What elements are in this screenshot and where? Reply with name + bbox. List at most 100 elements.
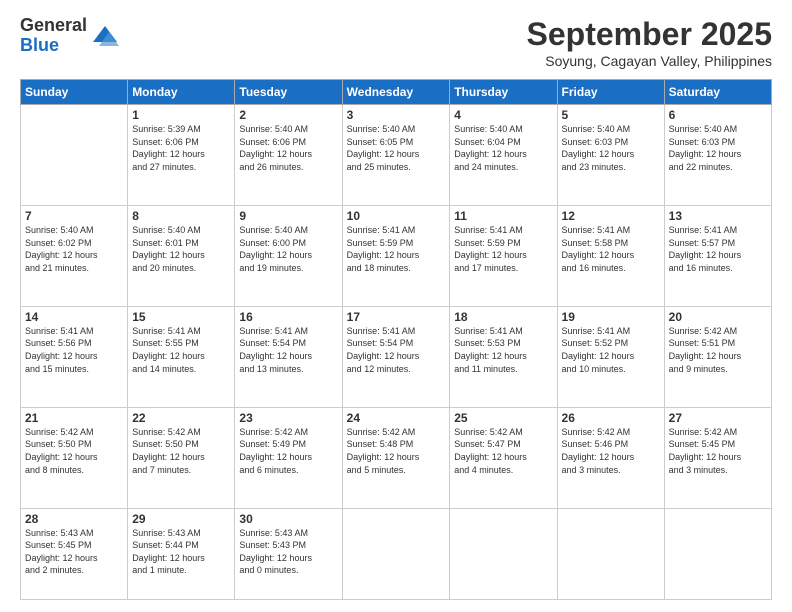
table-row: 29Sunrise: 5:43 AM Sunset: 5:44 PM Dayli…	[128, 508, 235, 599]
table-row: 13Sunrise: 5:41 AM Sunset: 5:57 PM Dayli…	[664, 205, 771, 306]
day-number: 23	[239, 411, 337, 425]
day-number: 19	[562, 310, 660, 324]
calendar-week-row: 21 Sunrise: 5:42 AM Sunset: 5:50 PM Dayli…	[21, 407, 772, 508]
table-row: 24Sunrise: 5:42 AM Sunset: 5:48 PM Dayli…	[342, 407, 450, 508]
day-number: 27	[669, 411, 767, 425]
day-number: 3	[347, 108, 446, 122]
day-info: Sunrise: 5:41 AM Sunset: 5:58 PM Dayligh…	[562, 224, 660, 274]
logo-general: General	[20, 16, 87, 36]
table-row: 25Sunrise: 5:42 AM Sunset: 5:47 PM Dayli…	[450, 407, 557, 508]
logo-text: General Blue	[20, 16, 87, 56]
day-info: Sunrise: 5:40 AM Sunset: 6:04 PM Dayligh…	[454, 123, 552, 173]
day-info: Sunrise: 5:39 AM Sunset: 6:06 PM Dayligh…	[132, 123, 230, 173]
logo-blue: Blue	[20, 36, 87, 56]
table-row: 27Sunrise: 5:42 AM Sunset: 5:45 PM Dayli…	[664, 407, 771, 508]
day-number: 17	[347, 310, 446, 324]
calendar-week-row: 7Sunrise: 5:40 AM Sunset: 6:02 PM Daylig…	[21, 205, 772, 306]
table-row: 18Sunrise: 5:41 AM Sunset: 5:53 PM Dayli…	[450, 306, 557, 407]
table-row	[450, 508, 557, 599]
table-row: 23Sunrise: 5:42 AM Sunset: 5:49 PM Dayli…	[235, 407, 342, 508]
table-row: 3Sunrise: 5:40 AM Sunset: 6:05 PM Daylig…	[342, 105, 450, 206]
calendar-week-row: 14Sunrise: 5:41 AM Sunset: 5:56 PM Dayli…	[21, 306, 772, 407]
table-row: 21Sunrise: 5:42 AM Sunset: 5:50 PM Dayli…	[21, 407, 128, 508]
day-info: Sunrise: 5:42 AM Sunset: 5:45 PM Dayligh…	[669, 426, 767, 476]
table-row: 2Sunrise: 5:40 AM Sunset: 6:06 PM Daylig…	[235, 105, 342, 206]
col-thursday: Thursday	[450, 80, 557, 105]
day-info: Sunrise: 5:41 AM Sunset: 5:57 PM Dayligh…	[669, 224, 767, 274]
table-row: 19Sunrise: 5:41 AM Sunset: 5:52 PM Dayli…	[557, 306, 664, 407]
day-info: Sunrise: 5:43 AM Sunset: 5:45 PM Dayligh…	[25, 527, 123, 577]
table-row: 10Sunrise: 5:41 AM Sunset: 5:59 PM Dayli…	[342, 205, 450, 306]
table-row: 12Sunrise: 5:41 AM Sunset: 5:58 PM Dayli…	[557, 205, 664, 306]
day-info: Sunrise: 5:43 AM Sunset: 5:43 PM Dayligh…	[239, 527, 337, 577]
table-row: 4Sunrise: 5:40 AM Sunset: 6:04 PM Daylig…	[450, 105, 557, 206]
day-info: Sunrise: 5:42 AM Sunset: 5:48 PM Dayligh…	[347, 426, 446, 476]
calendar-table: Sunday Monday Tuesday Wednesday Thursday…	[20, 79, 772, 600]
day-info: Sunrise: 5:40 AM Sunset: 6:00 PM Dayligh…	[239, 224, 337, 274]
day-number: 24	[347, 411, 446, 425]
col-wednesday: Wednesday	[342, 80, 450, 105]
day-number: 29	[132, 512, 230, 526]
day-number: 9	[239, 209, 337, 223]
col-friday: Friday	[557, 80, 664, 105]
day-info: Sunrise: 5:41 AM Sunset: 5:59 PM Dayligh…	[454, 224, 552, 274]
day-number: 4	[454, 108, 552, 122]
table-row: 17Sunrise: 5:41 AM Sunset: 5:54 PM Dayli…	[342, 306, 450, 407]
day-number: 30	[239, 512, 337, 526]
calendar-header-row: Sunday Monday Tuesday Wednesday Thursday…	[21, 80, 772, 105]
day-number: 28	[25, 512, 123, 526]
day-number: 18	[454, 310, 552, 324]
col-saturday: Saturday	[664, 80, 771, 105]
table-row	[21, 105, 128, 206]
table-row: 1Sunrise: 5:39 AM Sunset: 6:06 PM Daylig…	[128, 105, 235, 206]
day-number: 8	[132, 209, 230, 223]
table-row	[664, 508, 771, 599]
day-number: 13	[669, 209, 767, 223]
calendar-week-row: 1Sunrise: 5:39 AM Sunset: 6:06 PM Daylig…	[21, 105, 772, 206]
table-row: 14Sunrise: 5:41 AM Sunset: 5:56 PM Dayli…	[21, 306, 128, 407]
day-info: Sunrise: 5:42 AM Sunset: 5:50 PM Dayligh…	[132, 426, 230, 476]
day-info: Sunrise: 5:41 AM Sunset: 5:55 PM Dayligh…	[132, 325, 230, 375]
table-row: 9Sunrise: 5:40 AM Sunset: 6:00 PM Daylig…	[235, 205, 342, 306]
day-info: Sunrise: 5:43 AM Sunset: 5:44 PM Dayligh…	[132, 527, 230, 577]
day-number: 7	[25, 209, 123, 223]
day-info: Sunrise: 5:41 AM Sunset: 5:53 PM Dayligh…	[454, 325, 552, 375]
logo-icon	[91, 22, 119, 50]
day-number: 2	[239, 108, 337, 122]
col-sunday: Sunday	[21, 80, 128, 105]
day-number: 12	[562, 209, 660, 223]
day-info: Sunrise: 5:42 AM Sunset: 5:46 PM Dayligh…	[562, 426, 660, 476]
day-number: 21	[25, 411, 123, 425]
day-number: 14	[25, 310, 123, 324]
table-row: 22Sunrise: 5:42 AM Sunset: 5:50 PM Dayli…	[128, 407, 235, 508]
table-row	[342, 508, 450, 599]
day-number: 1	[132, 108, 230, 122]
table-row: 16Sunrise: 5:41 AM Sunset: 5:54 PM Dayli…	[235, 306, 342, 407]
table-row: 28Sunrise: 5:43 AM Sunset: 5:45 PM Dayli…	[21, 508, 128, 599]
day-number: 5	[562, 108, 660, 122]
table-row: 5Sunrise: 5:40 AM Sunset: 6:03 PM Daylig…	[557, 105, 664, 206]
page: General Blue September 2025 Soyung, Caga…	[0, 0, 792, 612]
table-row: 8Sunrise: 5:40 AM Sunset: 6:01 PM Daylig…	[128, 205, 235, 306]
day-number: 15	[132, 310, 230, 324]
table-row: 15Sunrise: 5:41 AM Sunset: 5:55 PM Dayli…	[128, 306, 235, 407]
day-info: Sunrise: 5:42 AM Sunset: 5:51 PM Dayligh…	[669, 325, 767, 375]
calendar-body: 1Sunrise: 5:39 AM Sunset: 6:06 PM Daylig…	[21, 105, 772, 600]
location: Soyung, Cagayan Valley, Philippines	[527, 53, 772, 69]
col-monday: Monday	[128, 80, 235, 105]
day-number: 10	[347, 209, 446, 223]
table-row: 11Sunrise: 5:41 AM Sunset: 5:59 PM Dayli…	[450, 205, 557, 306]
col-tuesday: Tuesday	[235, 80, 342, 105]
day-number: 22	[132, 411, 230, 425]
table-row: 26Sunrise: 5:42 AM Sunset: 5:46 PM Dayli…	[557, 407, 664, 508]
day-number: 16	[239, 310, 337, 324]
day-info: Sunrise: 5:41 AM Sunset: 5:54 PM Dayligh…	[239, 325, 337, 375]
day-number: 11	[454, 209, 552, 223]
month-title: September 2025	[527, 16, 772, 53]
table-row: 6Sunrise: 5:40 AM Sunset: 6:03 PM Daylig…	[664, 105, 771, 206]
table-row	[557, 508, 664, 599]
title-block: September 2025 Soyung, Cagayan Valley, P…	[527, 16, 772, 69]
day-info: Sunrise: 5:40 AM Sunset: 6:03 PM Dayligh…	[562, 123, 660, 173]
header: General Blue September 2025 Soyung, Caga…	[20, 16, 772, 69]
day-number: 25	[454, 411, 552, 425]
